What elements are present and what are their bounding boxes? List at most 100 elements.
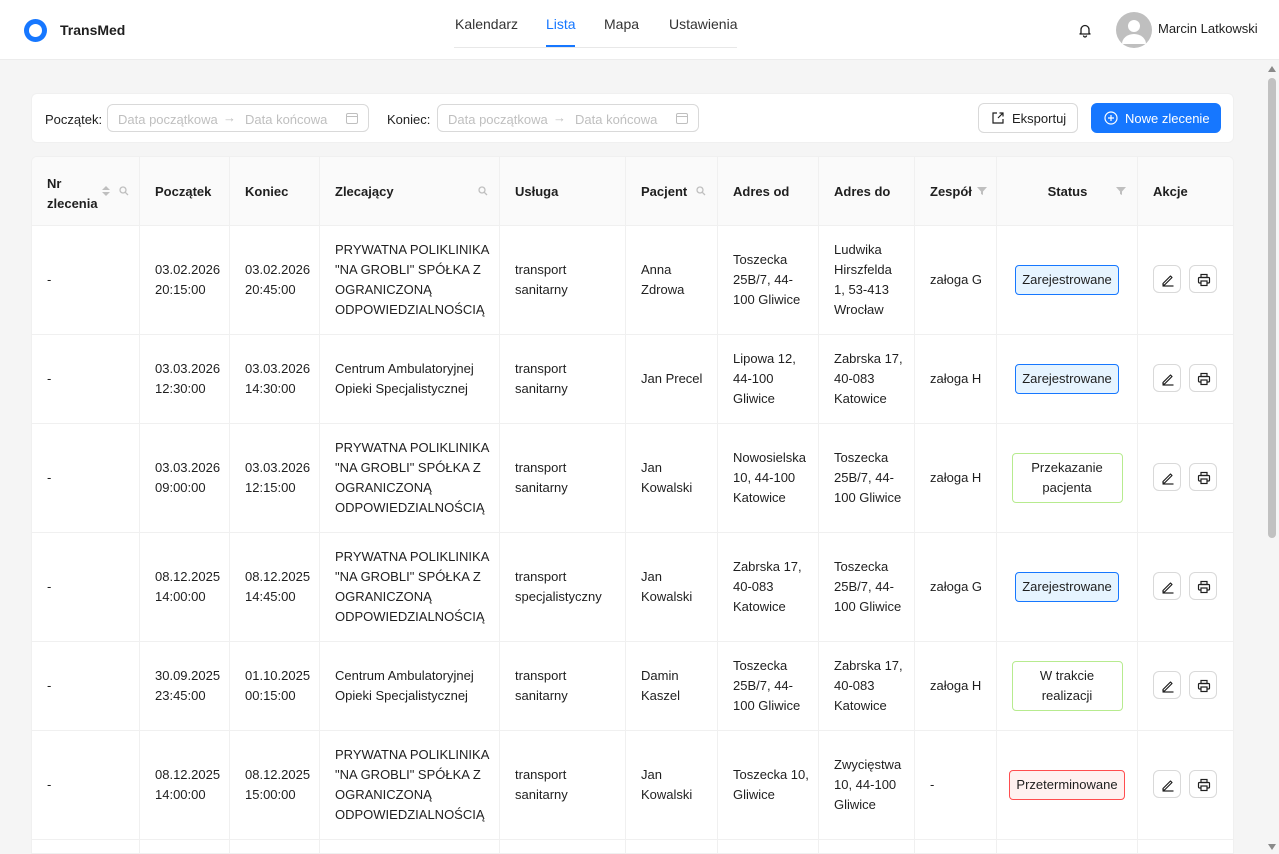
cell-client-text: Centrum Ambulatoryjnej Opieki Specjalist… xyxy=(335,361,474,396)
bell-icon[interactable] xyxy=(1077,22,1093,38)
col-header-start[interactable]: Początek xyxy=(140,157,230,226)
cell-team: załoga H xyxy=(915,642,997,730)
print-button[interactable] xyxy=(1189,671,1217,699)
scroll-up-arrow[interactable] xyxy=(1268,66,1276,72)
scroll-down-arrow[interactable] xyxy=(1268,844,1276,850)
printer-icon xyxy=(1197,679,1211,693)
tab-mapa[interactable]: Mapa xyxy=(604,16,639,32)
cell-start: 30.09.2025 23:45:00 xyxy=(140,642,230,730)
filter-icon[interactable] xyxy=(977,186,987,196)
cell-end: 08.12.2025 14:45:00 xyxy=(230,533,320,641)
cell-nr-text: - xyxy=(47,678,52,693)
edit-icon xyxy=(1162,374,1174,386)
table-row[interactable]: - 08.12.2025 14:00:00 08.12.2025 15:00:00 P… xyxy=(32,731,1233,840)
filter-icon[interactable] xyxy=(1116,186,1126,196)
page-scrollbar[interactable] xyxy=(1265,62,1279,854)
cell-client: PRYWATNA POLIKLINIKA "NA GROBLI" SPÓŁKA … xyxy=(320,731,500,839)
search-icon[interactable] xyxy=(696,186,706,196)
cell-service: transport sanitarny xyxy=(500,226,626,334)
cell-start-text: 03.02.2026 20:15:00 xyxy=(155,262,221,297)
status-badge: Zarejestrowane xyxy=(1015,265,1119,295)
cell-patient-text: Jan Kowalski xyxy=(641,767,693,802)
edit-button[interactable] xyxy=(1153,463,1181,491)
column-divider xyxy=(996,840,997,853)
cell-team-text: załoga G xyxy=(930,272,983,287)
range-end-placeholder: Data końcowa xyxy=(245,112,328,127)
export-button[interactable]: Eksportuj xyxy=(978,103,1078,133)
search-icon[interactable] xyxy=(119,186,129,196)
brand-name[interactable]: TransMed xyxy=(60,22,125,38)
cell-service: transport sanitarny xyxy=(500,731,626,839)
col-header-end[interactable]: Koniec xyxy=(230,157,320,226)
cell-from-text: Zabrska 17, 40-083 Katowice xyxy=(733,559,802,614)
cell-start: 03.03.2026 12:30:00 xyxy=(140,335,230,423)
plus-circle-icon xyxy=(1104,111,1118,125)
cell-team: załoga G xyxy=(915,226,997,334)
search-icon[interactable] xyxy=(478,186,488,196)
col-header-nr[interactable]: Nr zlecenia xyxy=(32,157,140,226)
col-header-from[interactable]: Adres od xyxy=(718,157,819,226)
col-header-patient[interactable]: Pacjent xyxy=(626,157,718,226)
cell-service: transport specjalistyczny xyxy=(500,533,626,641)
cell-actions xyxy=(1138,731,1233,839)
cell-start-text: 08.12.2025 14:00:00 xyxy=(155,767,221,802)
table-row[interactable]: - 08.12.2025 14:00:00 08.12.2025 14:45:00 P… xyxy=(32,533,1233,642)
cell-service-text: transport sanitarny xyxy=(515,767,568,802)
cell-to-text: Toszecka 25B/7, 44- 100 Gliwice xyxy=(834,559,902,614)
status-badge: Zarejestrowane xyxy=(1015,364,1119,394)
column-divider xyxy=(1137,840,1138,853)
new-order-button[interactable]: Nowe zlecenie xyxy=(1091,103,1221,133)
scroll-thumb[interactable] xyxy=(1268,78,1276,538)
cell-start: 08.12.2025 14:00:00 xyxy=(140,731,230,839)
cell-end-text: 03.03.2026 14:30:00 xyxy=(245,361,311,396)
col-header-status[interactable]: Status xyxy=(997,157,1138,226)
cell-to: Zabrska 17, 40-083 Katowice xyxy=(819,335,915,423)
table-row[interactable] xyxy=(32,840,1233,853)
print-button[interactable] xyxy=(1189,770,1217,798)
cell-from: Toszecka 25B/7, 44- 100 Gliwice xyxy=(718,642,819,730)
cell-client-text: Centrum Ambulatoryjnej Opieki Specjalist… xyxy=(335,668,474,703)
logo-icon[interactable] xyxy=(24,19,47,42)
print-button[interactable] xyxy=(1189,572,1217,600)
cell-to-text: Toszecka 25B/7, 44- 100 Gliwice xyxy=(834,450,902,505)
cell-status: Zarejestrowane xyxy=(997,533,1138,641)
table-row[interactable]: - 03.03.2026 12:30:00 03.03.2026 14:30:00 C… xyxy=(32,335,1233,424)
edit-button[interactable] xyxy=(1153,671,1181,699)
col-header-team[interactable]: Zespół xyxy=(915,157,997,226)
sort-icon[interactable] xyxy=(101,186,111,196)
cell-to: Ludwika Hirszfelda 1, 53-413 Wrocław xyxy=(819,226,915,334)
print-button[interactable] xyxy=(1189,463,1217,491)
tab-lista[interactable]: Lista xyxy=(546,16,576,32)
cell-patient: Jan Precel xyxy=(626,335,718,423)
end-date-range[interactable]: Data początkowa → Data końcowa xyxy=(437,104,699,132)
printer-icon xyxy=(1197,778,1211,792)
column-divider xyxy=(229,840,230,853)
cell-patient: Damin Kaszel xyxy=(626,642,718,730)
cell-from: Zabrska 17, 40-083 Katowice xyxy=(718,533,819,641)
table-row[interactable]: - 30.09.2025 23:45:00 01.10.2025 00:15:00 C… xyxy=(32,642,1233,731)
tab-ustawienia[interactable]: Ustawienia xyxy=(669,16,737,32)
edit-button[interactable] xyxy=(1153,364,1181,392)
active-tab-indicator xyxy=(546,45,575,47)
cell-start-text: 30.09.2025 23:45:00 xyxy=(155,668,221,703)
start-date-range[interactable]: Data początkowa → Data końcowa xyxy=(107,104,369,132)
edit-button[interactable] xyxy=(1153,770,1181,798)
col-header-service[interactable]: Usługa xyxy=(500,157,626,226)
user-name[interactable]: Marcin Latkowski xyxy=(1158,21,1258,36)
col-header-to[interactable]: Adres do xyxy=(819,157,915,226)
table-row[interactable]: - 03.02.2026 20:15:00 03.02.2026 20:45:00 P… xyxy=(32,226,1233,335)
avatar[interactable] xyxy=(1116,12,1152,48)
export-icon xyxy=(992,112,1004,124)
edit-button[interactable] xyxy=(1153,572,1181,600)
tab-kalendarz[interactable]: Kalendarz xyxy=(455,16,518,32)
edit-button[interactable] xyxy=(1153,265,1181,293)
print-button[interactable] xyxy=(1189,364,1217,392)
range-start-placeholder: Data początkowa xyxy=(118,112,218,127)
cell-patient: Jan Kowalski xyxy=(626,424,718,532)
cell-team-text: załoga G xyxy=(930,579,983,594)
print-button[interactable] xyxy=(1189,265,1217,293)
cell-to-text: Ludwika Hirszfelda 1, 53-413 Wrocław xyxy=(834,242,892,317)
col-header-client[interactable]: Zlecający xyxy=(320,157,500,226)
table-row[interactable]: - 03.03.2026 09:00:00 03.03.2026 12:15:00 P… xyxy=(32,424,1233,533)
end-label: Koniec: xyxy=(387,112,431,127)
